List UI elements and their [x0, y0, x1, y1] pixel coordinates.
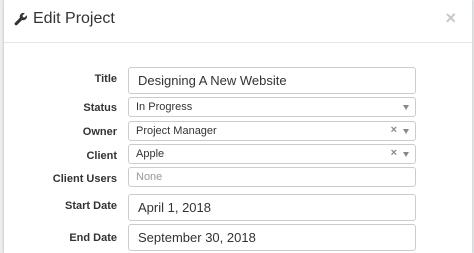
modal-header: Edit Project × — [4, 0, 472, 43]
start-date-label: Start Date — [65, 200, 117, 212]
client-users-placeholder: None — [136, 171, 163, 183]
owner-label: Owner — [82, 126, 117, 138]
status-select[interactable]: In Progress — [128, 97, 416, 117]
owner-select[interactable]: Project Manager × — [128, 121, 416, 141]
end-date-input[interactable]: September 30, 2018 — [128, 224, 416, 251]
wrench-icon — [14, 12, 28, 26]
status-label: Status — [83, 102, 117, 114]
modal-title-text: Edit Project — [33, 10, 115, 27]
end-date-value: September 30, 2018 — [138, 230, 256, 245]
client-users-label: Client Users — [52, 173, 117, 185]
owner-value: Project Manager — [136, 125, 217, 137]
start-date-input[interactable]: April 1, 2018 — [128, 194, 416, 221]
edit-project-modal: Edit Project × Title Designing A New Web… — [4, 0, 472, 253]
client-dropdown-arrow-icon[interactable] — [403, 152, 409, 157]
client-label: Client — [86, 150, 117, 162]
title-value: Designing A New Website — [138, 73, 287, 88]
end-date-label: End Date — [69, 232, 117, 244]
title-input[interactable]: Designing A New Website — [128, 67, 416, 94]
client-clear-icon[interactable]: × — [391, 147, 397, 159]
client-users-input[interactable]: None — [128, 167, 416, 187]
close-button[interactable]: × — [445, 9, 456, 27]
client-select[interactable]: Apple × — [128, 144, 416, 164]
modal-title: Edit Project — [14, 10, 115, 28]
start-date-value: April 1, 2018 — [138, 200, 211, 215]
status-value: In Progress — [136, 101, 193, 113]
owner-dropdown-arrow-icon[interactable] — [403, 129, 409, 134]
client-value: Apple — [136, 148, 165, 160]
owner-clear-icon[interactable]: × — [391, 124, 397, 136]
status-dropdown-arrow-icon[interactable] — [403, 105, 409, 110]
title-label: Title — [94, 73, 117, 85]
